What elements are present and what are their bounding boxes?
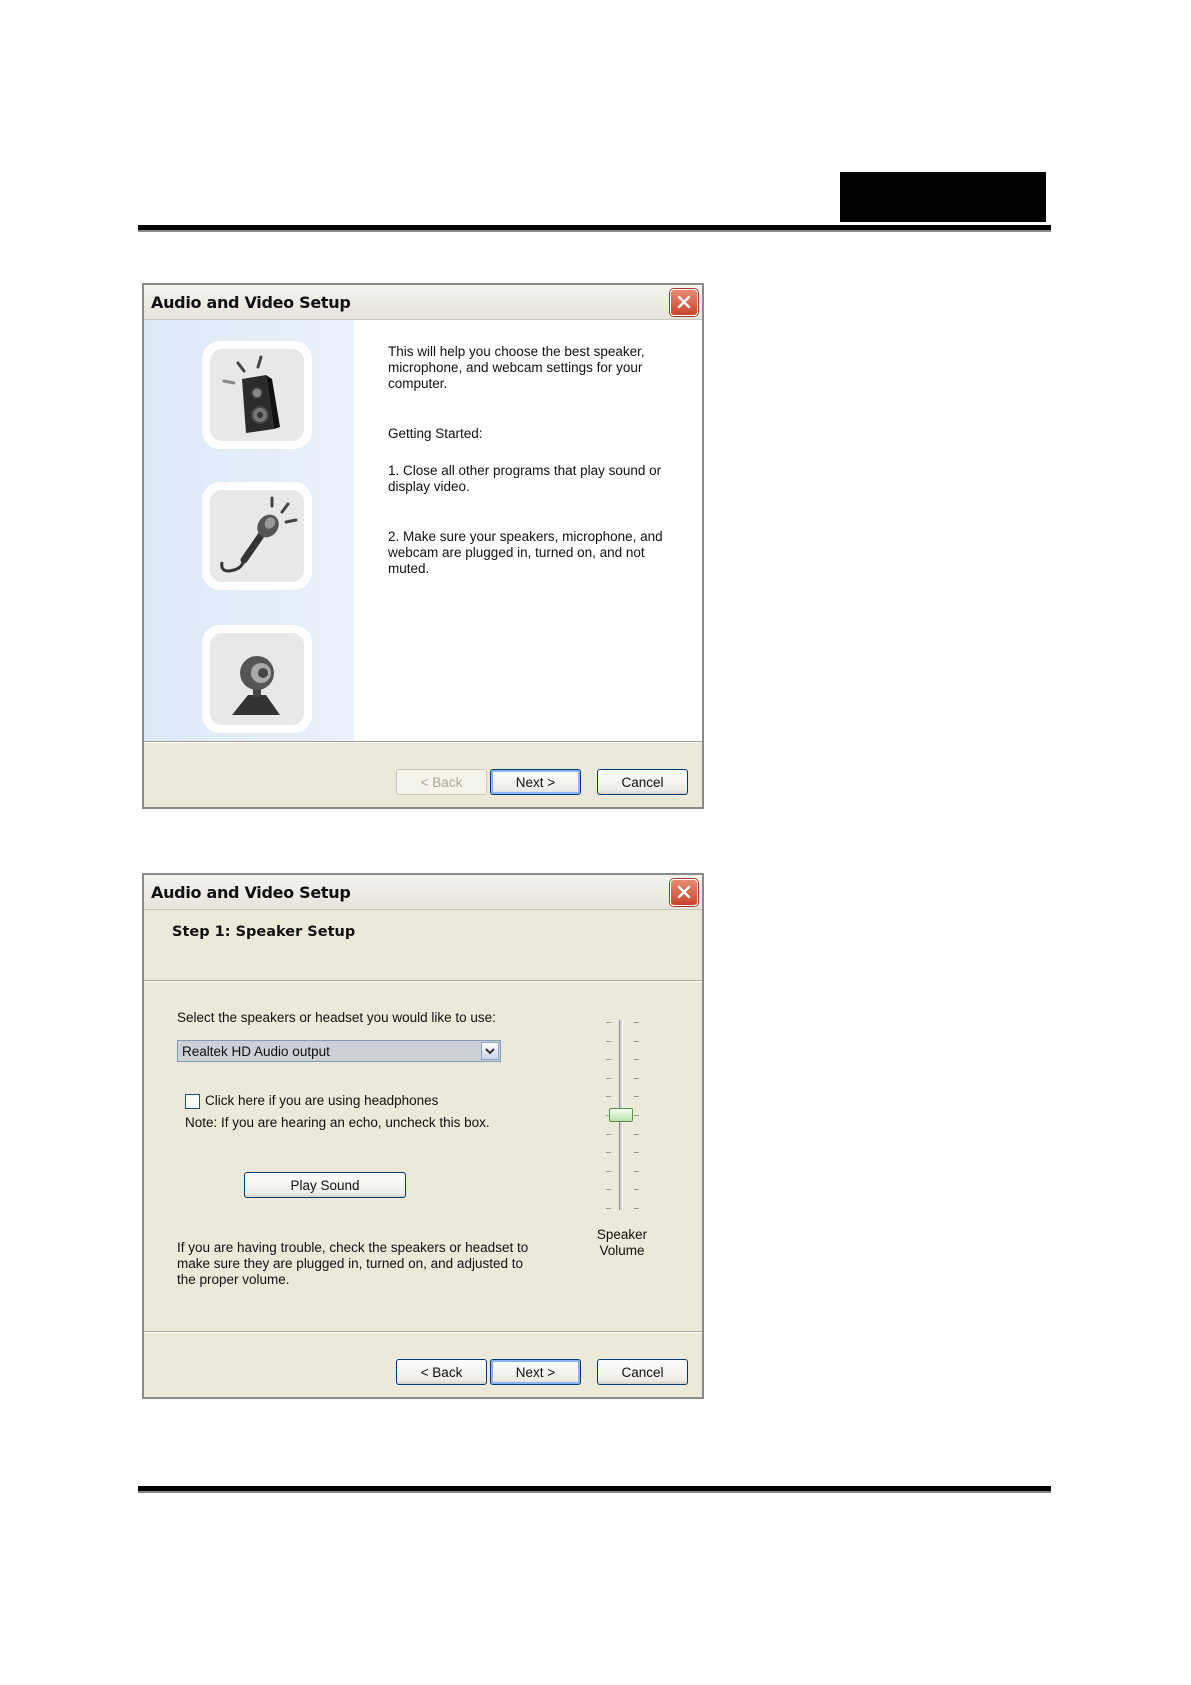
echo-note: Note: If you are hearing an echo, unchec… — [185, 1115, 490, 1130]
volume-tick — [634, 1115, 639, 1116]
volume-label-line1: Speaker — [596, 1227, 648, 1242]
next-button[interactable]: Next > — [490, 769, 581, 795]
volume-tick — [634, 1022, 639, 1023]
close-icon — [677, 295, 691, 309]
volume-tick — [634, 1208, 639, 1209]
speaker-icon — [222, 355, 280, 433]
headphones-label: Click here if you are using headphones — [205, 1093, 439, 1108]
speaker-setup-body: Select the speakers or headset you would… — [144, 981, 702, 1332]
volume-tick — [634, 1171, 639, 1172]
title-bar: Audio and Video Setup — [144, 285, 702, 320]
volume-tick — [634, 1041, 639, 1042]
volume-tick — [606, 1134, 611, 1135]
volume-tick — [606, 1208, 611, 1209]
title-bar: Audio and Video Setup — [144, 875, 702, 910]
step-header: Step 1: Speaker Setup — [144, 910, 702, 981]
dropdown-button[interactable] — [481, 1042, 499, 1060]
webcam-icon — [232, 656, 280, 715]
close-button[interactable] — [670, 289, 698, 316]
back-button[interactable]: < Back — [396, 769, 487, 795]
trouble-text: If you are having trouble, check the spe… — [177, 1240, 529, 1287]
instruction-step-2: 2. Make sure your speakers, microphone, … — [388, 529, 663, 576]
volume-tick — [606, 1152, 611, 1153]
volume-tick — [634, 1078, 639, 1079]
step-heading: Step 1: Speaker Setup — [172, 924, 356, 940]
window-title: Audio and Video Setup — [151, 293, 351, 312]
setup-window-welcome: Audio and Video Setup This will help you… — [142, 283, 704, 809]
footer-divider — [144, 1331, 702, 1333]
getting-started-heading: Getting Started: — [388, 426, 483, 441]
volume-tick — [606, 1041, 611, 1042]
back-button[interactable]: < Back — [396, 1359, 487, 1385]
volume-tick — [634, 1189, 639, 1190]
welcome-content: This will help you choose the best speak… — [354, 320, 702, 741]
webcam-tile — [202, 625, 312, 733]
microphone-tile — [202, 482, 312, 590]
volume-tick — [606, 1059, 611, 1060]
volume-tick — [634, 1096, 639, 1097]
headphones-checkbox[interactable] — [185, 1094, 200, 1109]
microphone-icon — [220, 496, 298, 573]
play-sound-button[interactable]: Play Sound — [244, 1172, 406, 1198]
footer-divider — [144, 741, 702, 743]
window-title: Audio and Video Setup — [151, 883, 351, 902]
setup-window-speaker: Audio and Video Setup Step 1: Speaker Se… — [142, 873, 704, 1399]
selected-device: Realtek HD Audio output — [182, 1044, 330, 1059]
volume-tick — [634, 1134, 639, 1135]
volume-tick — [606, 1171, 611, 1172]
close-button[interactable] — [670, 879, 698, 906]
intro-text: This will help you choose the best speak… — [388, 344, 645, 391]
volume-label-line2: Volume — [599, 1243, 645, 1258]
close-icon — [677, 885, 691, 899]
illustration-panel — [144, 320, 354, 741]
header-tab — [840, 172, 1046, 222]
speaker-tile — [202, 341, 312, 449]
volume-tick — [606, 1096, 611, 1097]
volume-slider-thumb[interactable] — [609, 1108, 633, 1122]
volume-tick — [634, 1059, 639, 1060]
bottom-rule — [138, 1486, 1051, 1491]
volume-tick — [606, 1078, 611, 1079]
cancel-button[interactable]: Cancel — [597, 1359, 688, 1385]
volume-tick — [634, 1152, 639, 1153]
chevron-down-icon — [485, 1048, 495, 1055]
top-rule — [138, 225, 1051, 230]
next-button[interactable]: Next > — [490, 1359, 581, 1385]
speaker-select[interactable]: Realtek HD Audio output — [177, 1040, 501, 1062]
instruction-step-1: 1. Close all other programs that play so… — [388, 463, 662, 494]
volume-tick — [606, 1022, 611, 1023]
cancel-button[interactable]: Cancel — [597, 769, 688, 795]
select-label: Select the speakers or headset you would… — [177, 1010, 496, 1025]
volume-tick — [606, 1189, 611, 1190]
